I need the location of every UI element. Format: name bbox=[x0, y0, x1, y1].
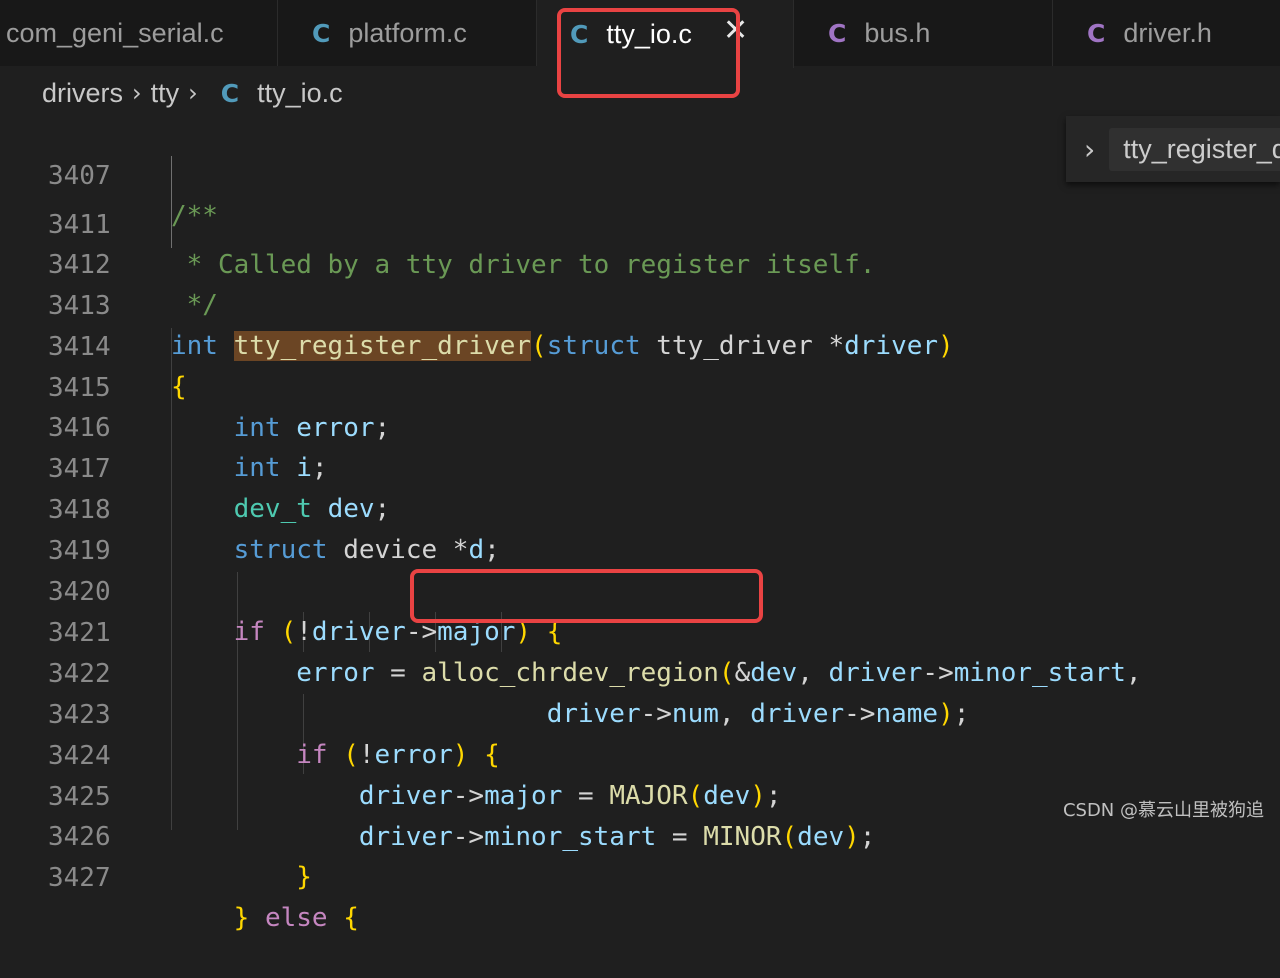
code-line: 3419 bbox=[0, 491, 1280, 566]
breadcrumb-item-tty[interactable]: tty bbox=[151, 78, 180, 109]
c-header-icon: C bbox=[828, 18, 847, 48]
code-line: 3425 driver->minor_start = MINOR(dev); bbox=[0, 737, 1280, 852]
code-line: 3423 if (!error) { bbox=[0, 655, 1280, 770]
code-line: 3416 int i; bbox=[0, 368, 1280, 483]
breadcrumb-item-drivers[interactable]: drivers bbox=[42, 78, 123, 109]
code-line: 3414 { bbox=[0, 287, 1280, 402]
c-file-icon: C bbox=[312, 18, 331, 48]
annotation-box-tab bbox=[557, 8, 740, 98]
annotation-box-function bbox=[410, 569, 763, 623]
c-file-icon: C bbox=[220, 78, 240, 108]
code-line: 3412 */ bbox=[0, 205, 1280, 320]
tab-com-geni-serial[interactable]: com_geni_serial.c bbox=[0, 0, 278, 66]
tab-platform[interactable]: C platform.c bbox=[278, 0, 537, 66]
tab-label: com_geni_serial.c bbox=[6, 17, 224, 48]
code-text: } else { bbox=[233, 903, 359, 933]
line-number: 3427 bbox=[48, 863, 111, 893]
tab-bus-h[interactable]: C bus.h bbox=[794, 0, 1053, 66]
code-line: 3420 if (!driver->major) { bbox=[0, 532, 1280, 647]
code-line: 3417 dev_t dev; bbox=[0, 409, 1280, 524]
code-line: 3415 int error; bbox=[0, 328, 1280, 443]
code-line: 3427 } else { bbox=[0, 818, 1280, 933]
chevron-right-icon: › bbox=[132, 79, 142, 107]
tab-label: platform.c bbox=[348, 17, 467, 48]
sticky-symbol-name[interactable]: tty_register_d bbox=[1109, 127, 1280, 171]
code-line: 3418 struct device *d; bbox=[0, 450, 1280, 565]
code-line: 3424 driver->major = MAJOR(dev); bbox=[0, 696, 1280, 811]
tab-label: driver.h bbox=[1123, 17, 1212, 48]
chevron-right-icon: › bbox=[188, 79, 198, 107]
c-header-icon: C bbox=[1087, 18, 1106, 48]
code-text: } bbox=[296, 862, 312, 892]
sticky-scroll-header[interactable]: › tty_register_d bbox=[1066, 116, 1280, 182]
code-editor[interactable]: 3407 /** 3411 * Called by a tty driver t… bbox=[0, 116, 1280, 933]
watermark: CSDN @慕云山里被狗追 bbox=[1062, 800, 1264, 821]
code-line: 3413 int tty_register_driver(struct tty_… bbox=[0, 246, 1280, 361]
chevron-right-icon[interactable]: › bbox=[1084, 133, 1095, 166]
tab-driver-h[interactable]: C driver.h bbox=[1053, 0, 1280, 66]
tab-label: bus.h bbox=[864, 17, 931, 48]
breadcrumb-item-file[interactable]: tty_io.c bbox=[257, 78, 343, 109]
